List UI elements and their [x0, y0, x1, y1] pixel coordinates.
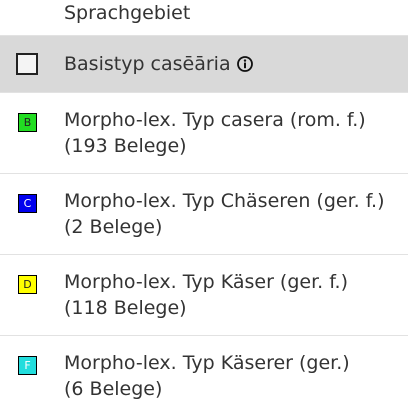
legend-item-count: (6 Belege): [64, 378, 163, 400]
legend-item-label: Morpho-lex. Typ Chäseren (ger. f.) (2 Bel…: [64, 188, 385, 240]
legend-header-label: Sprachgebiet: [64, 2, 191, 24]
legend-item-type: Morpho-lex. Typ Käser (ger. f.): [64, 271, 348, 293]
base-type-checkbox-cell[interactable]: [0, 36, 64, 92]
base-type-text: Basistyp casēāria: [64, 53, 231, 75]
legend-item-count: (118 Belege): [64, 297, 187, 319]
legend-item-type: Morpho-lex. Typ casera (rom. f.): [64, 109, 366, 131]
legend-swatch[interactable]: F: [18, 356, 37, 375]
legend-item-type: Morpho-lex. Typ Käserer (ger.): [64, 352, 350, 374]
base-type-checkbox[interactable]: [16, 53, 38, 75]
legend-item-count: (193 Belege): [64, 135, 187, 157]
legend-swatch-cell[interactable]: F: [0, 336, 64, 400]
info-icon[interactable]: [236, 56, 253, 72]
legend-swatch[interactable]: D: [18, 275, 37, 294]
legend-swatch-cell[interactable]: C: [0, 174, 64, 254]
legend-swatch[interactable]: B: [18, 113, 37, 132]
legend-swatch-cell[interactable]: D: [0, 255, 64, 335]
legend-item-label: Morpho-lex. Typ casera (rom. f.) (193 Bel…: [64, 107, 366, 159]
legend-item-type: Morpho-lex. Typ Chäseren (ger. f.): [64, 190, 385, 212]
legend-item-label: Morpho-lex. Typ Käser (ger. f.) (118 Bele…: [64, 269, 348, 321]
legend-item[interactable]: F Morpho-lex. Typ Käserer (ger.) (6 Belege…: [0, 336, 408, 400]
legend-header: Sprachgebiet: [0, 0, 408, 36]
legend-item[interactable]: B Morpho-lex. Typ casera (rom. f.) (193 Be…: [0, 93, 408, 174]
legend-item[interactable]: D Morpho-lex. Typ Käser (ger. f.) (118 Bel…: [0, 255, 408, 336]
legend-swatch[interactable]: C: [18, 194, 37, 213]
legend-swatch-cell[interactable]: B: [0, 93, 64, 173]
legend-item-base-type[interactable]: Basistyp casēāria: [0, 36, 408, 93]
legend-item[interactable]: C Morpho-lex. Typ Chäseren (ger. f.) (2 Be…: [0, 174, 408, 255]
base-type-label: Basistyp casēāria: [64, 51, 253, 77]
legend-item-count: (2 Belege): [64, 216, 163, 238]
map-legend: Sprachgebiet Basistyp casēāria B Morpho-l…: [0, 0, 408, 400]
legend-item-label: Morpho-lex. Typ Käserer (ger.) (6 Belege): [64, 350, 350, 400]
